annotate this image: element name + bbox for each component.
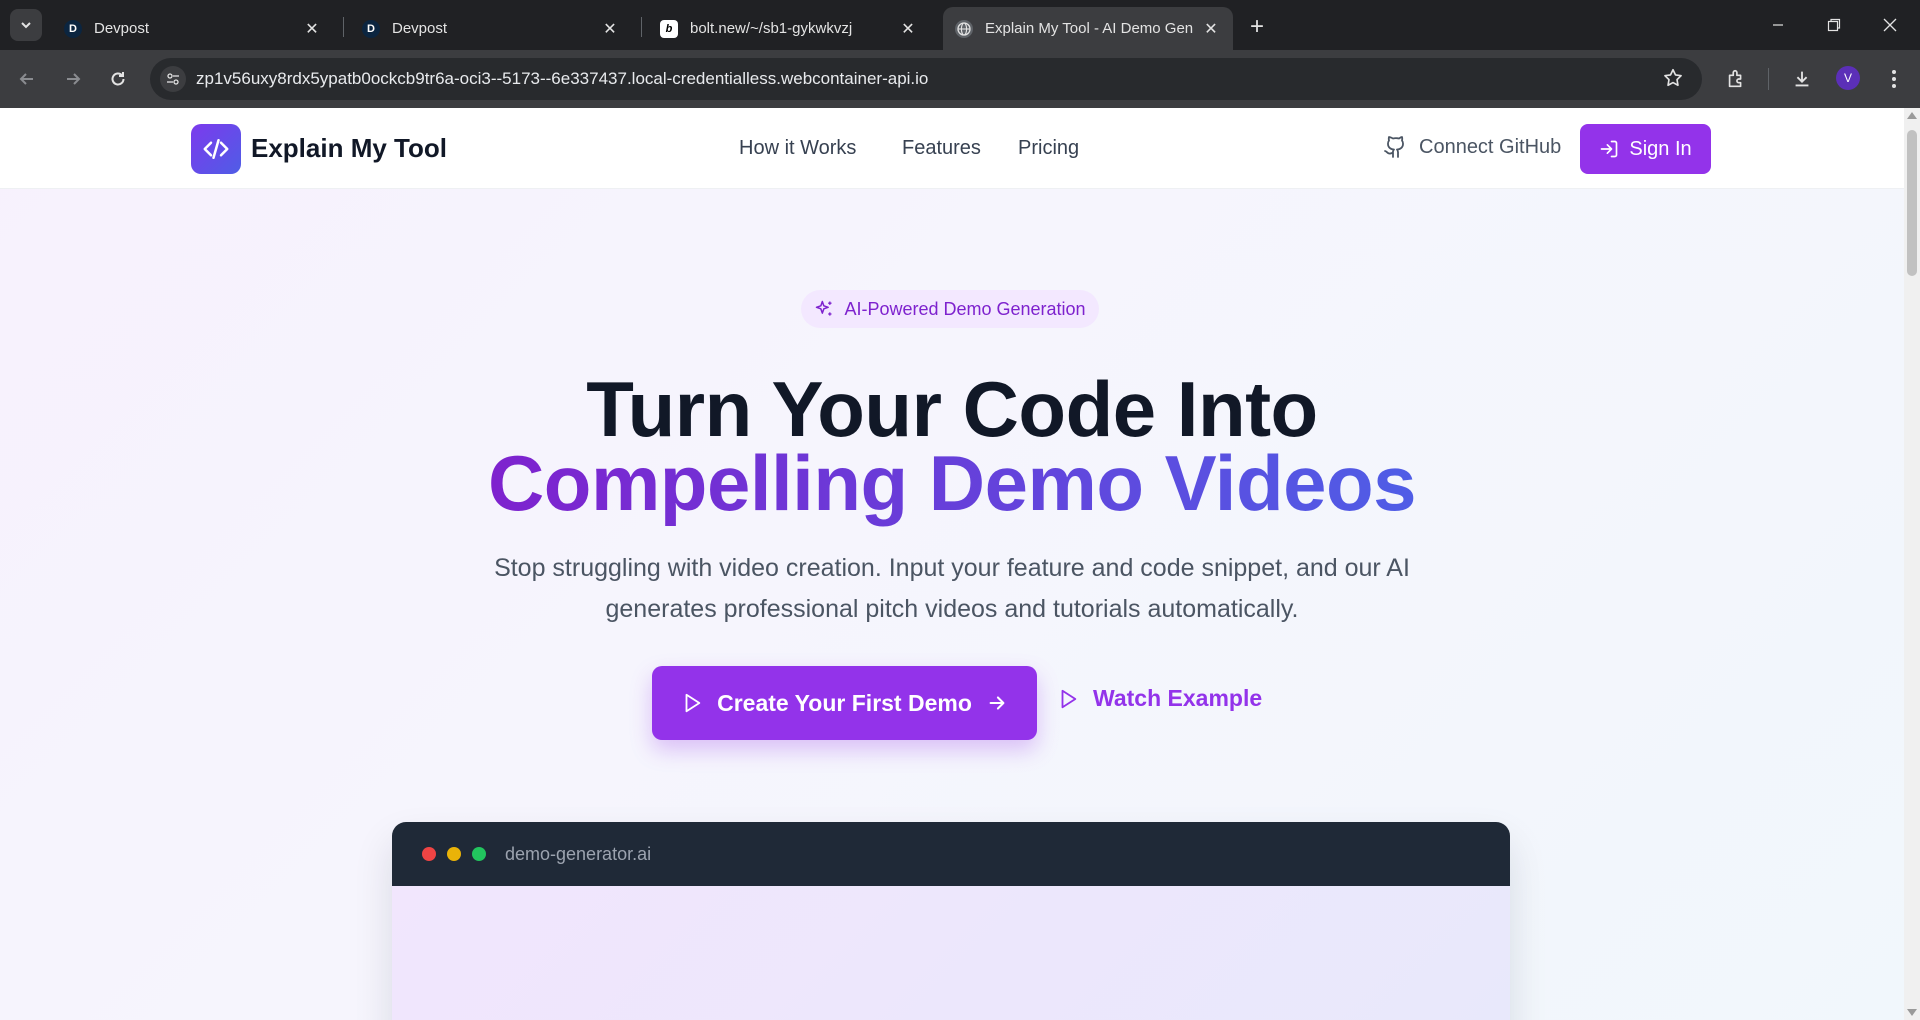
- reload-button[interactable]: [103, 64, 133, 94]
- hero-title-gradient: Compelling Demo Videos: [487, 439, 1417, 527]
- tab-separator: [343, 17, 344, 37]
- arrow-left-icon: [19, 73, 33, 85]
- nav-pricing[interactable]: Pricing: [1018, 137, 1079, 160]
- close-icon: [1883, 18, 1897, 32]
- page-scrollbar[interactable]: [1904, 108, 1920, 1020]
- close-tab-icon[interactable]: ✕: [1201, 19, 1221, 39]
- chevron-down-icon: [21, 22, 31, 29]
- nav-features[interactable]: Features: [902, 137, 981, 160]
- minimize-icon: [1773, 24, 1783, 26]
- hero-title-line-2: Compelling Demo Videos: [0, 438, 1904, 529]
- logo-text[interactable]: Explain My Tool: [251, 133, 447, 164]
- close-tab-icon[interactable]: ✕: [898, 19, 918, 39]
- forward-button[interactable]: [58, 64, 88, 94]
- minimize-button[interactable]: [1758, 10, 1798, 40]
- green-dot: [472, 847, 486, 861]
- browser-tab-bar: D Devpost ✕ D Devpost ✕ b bolt.new/~/sb1…: [0, 0, 1920, 50]
- badge-label: AI-Powered Demo Generation: [844, 298, 1086, 319]
- log-in-icon: [1601, 140, 1618, 158]
- browser-tab[interactable]: D Devpost ✕: [52, 7, 334, 50]
- site-header: Explain My Tool How it Works Features Pr…: [0, 108, 1904, 189]
- watch-example-label: Watch Example: [1093, 685, 1263, 711]
- sign-in-button[interactable]: Sign In: [1580, 124, 1711, 174]
- sign-in-label: Sign In: [1629, 137, 1692, 160]
- scroll-down-arrow-icon[interactable]: [1907, 1009, 1917, 1016]
- yellow-dot: [447, 847, 461, 861]
- toolbar-divider: [1768, 68, 1769, 90]
- demo-preview-window: demo-generator.ai: [392, 822, 1510, 1020]
- globe-icon: [955, 19, 973, 38]
- close-tab-icon[interactable]: ✕: [302, 19, 322, 39]
- connect-github-label: Connect GitHub: [1419, 135, 1562, 158]
- page-viewport: Explain My Tool How it Works Features Pr…: [0, 108, 1920, 1020]
- more-menu-icon[interactable]: [1880, 65, 1908, 93]
- window-title: demo-generator.ai: [505, 843, 652, 864]
- reload-icon: [111, 72, 125, 86]
- window-title-bar: demo-generator.ai: [392, 822, 1510, 886]
- github-icon: [1384, 136, 1404, 158]
- close-tab-icon[interactable]: ✕: [600, 19, 620, 39]
- url-text[interactable]: zp1v56uxy8rdx5ypatb0ockcb9tr6a-oci3--517…: [196, 69, 928, 89]
- nav-how-it-works[interactable]: How it Works: [739, 137, 856, 160]
- connect-github-button[interactable]: Connect GitHub: [1383, 135, 1561, 159]
- site-info-icon[interactable]: [160, 66, 186, 92]
- tab-title: Devpost: [392, 20, 448, 37]
- restore-button[interactable]: [1814, 10, 1854, 40]
- new-tab-button[interactable]: +: [1243, 13, 1271, 41]
- scrollbar-thumb[interactable]: [1907, 130, 1917, 276]
- hero-subtitle: Stop struggling with video creation. Inp…: [494, 554, 1410, 623]
- tab-separator: [641, 17, 642, 37]
- tab-title: bolt.new/~/sb1-gykwkvzj: [690, 20, 853, 37]
- red-dot: [422, 847, 436, 861]
- browser-tab[interactable]: D Devpost ✕: [350, 7, 632, 50]
- watch-example-button[interactable]: Watch Example: [1057, 685, 1262, 712]
- devpost-favicon-icon: D: [64, 19, 82, 38]
- play-icon: [685, 693, 701, 713]
- tab-title: Devpost: [94, 20, 150, 37]
- close-window-button[interactable]: [1870, 10, 1910, 40]
- bolt-favicon-icon: b: [660, 19, 678, 38]
- create-first-demo-label: Create Your First Demo: [717, 689, 972, 716]
- restore-icon: [1827, 18, 1841, 32]
- address-bar[interactable]: zp1v56uxy8rdx5ypatb0ockcb9tr6a-oci3--517…: [150, 58, 1702, 100]
- tab-search-button[interactable]: [10, 9, 42, 41]
- scroll-up-arrow-icon[interactable]: [1907, 112, 1917, 119]
- back-button[interactable]: [12, 64, 42, 94]
- bookmark-star-icon[interactable]: [1662, 67, 1684, 94]
- arrow-right-icon: [67, 73, 81, 85]
- browser-tab-active[interactable]: Explain My Tool - AI Demo Gen ✕: [943, 7, 1233, 50]
- browser-toolbar: zp1v56uxy8rdx5ypatb0ockcb9tr6a-oci3--517…: [0, 50, 1920, 108]
- tab-title: Explain My Tool - AI Demo Gen: [985, 20, 1194, 37]
- ai-badge: AI-Powered Demo Generation: [801, 290, 1099, 328]
- profile-avatar[interactable]: V: [1836, 66, 1860, 90]
- create-first-demo-button[interactable]: Create Your First Demo: [652, 666, 1037, 740]
- window-body: [392, 886, 1510, 1020]
- devpost-favicon-icon: D: [362, 19, 380, 38]
- download-icon[interactable]: [1788, 65, 1816, 93]
- sparkles-icon: [816, 300, 832, 316]
- code-logo-icon[interactable]: [191, 124, 241, 174]
- browser-tab[interactable]: b bolt.new/~/sb1-gykwkvzj ✕: [648, 7, 930, 50]
- extensions-icon[interactable]: [1722, 65, 1750, 93]
- arrow-right-icon: [989, 696, 1005, 710]
- play-icon: [1061, 689, 1077, 708]
